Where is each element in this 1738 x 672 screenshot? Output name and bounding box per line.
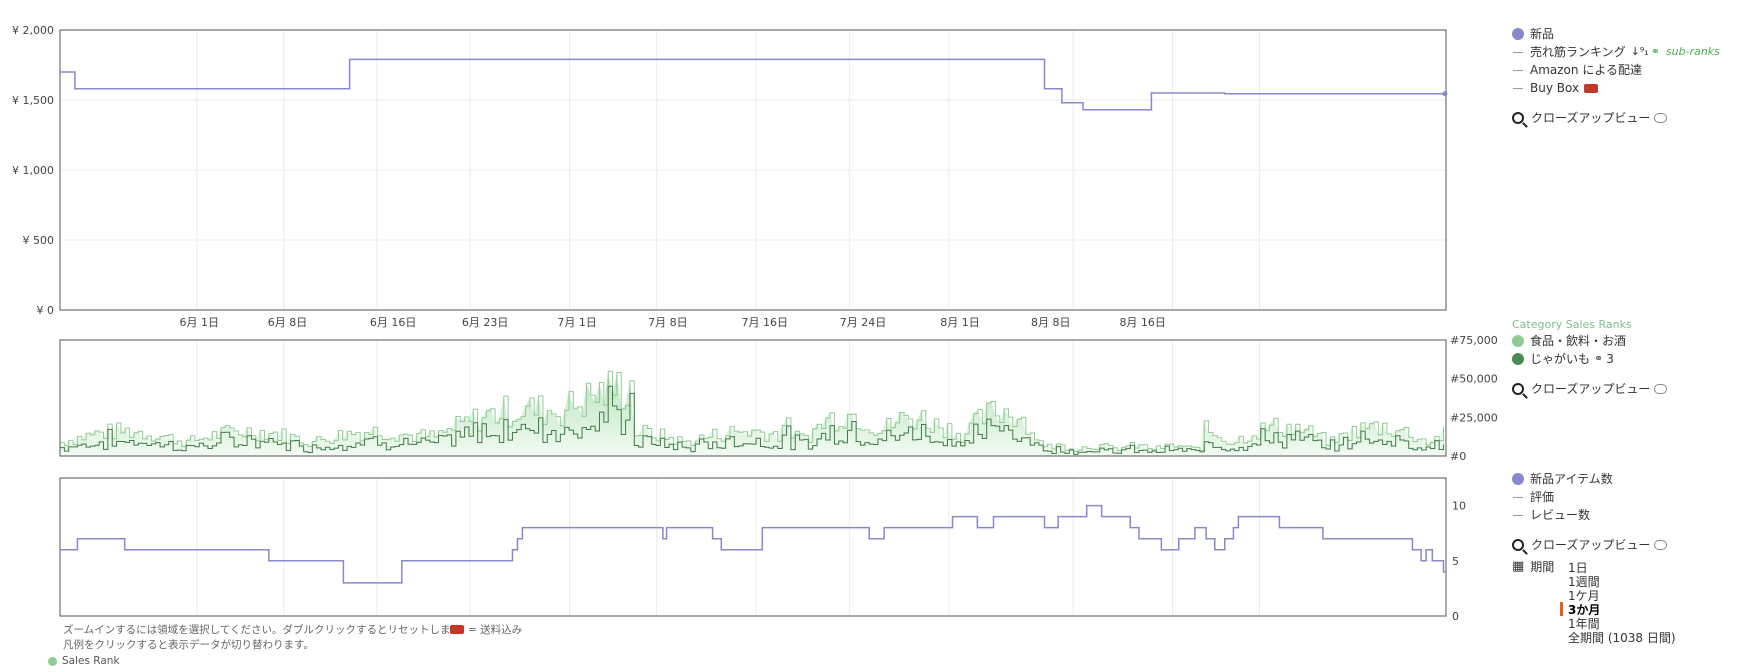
legend-cat2-suffix: 3: [1606, 352, 1614, 366]
y-tick-label: 5: [1452, 555, 1459, 568]
legend-item-new-count[interactable]: 新品アイテム数: [1512, 470, 1667, 488]
y-tick-label: #0: [1450, 450, 1466, 463]
shipping-note: = 送料込み: [450, 622, 522, 637]
legend-sales-rank-label: 売れ筋ランキング: [1530, 45, 1626, 59]
legend-item-rating[interactable]: 評価: [1512, 488, 1667, 506]
period-selected-marker: [1560, 602, 1563, 616]
legend-review-count-label: レビュー数: [1530, 508, 1591, 522]
new-price-line: [60, 58, 1446, 111]
hierarchy-icon: ⚭: [1650, 45, 1660, 58]
legend-item-cat2[interactable]: じゃがいも ⚭ 3: [1512, 350, 1667, 368]
hierarchy-icon: ⚭: [1594, 352, 1604, 365]
sales-rank-note: Sales Rank: [62, 655, 120, 667]
price-legend: 新品 売れ筋ランキング ↓⁹₁ ⚭ sub-ranks Amazon による配達…: [1512, 25, 1720, 127]
legend-new-count-label: 新品アイテム数: [1530, 472, 1613, 486]
cat1-series-dot: [1512, 335, 1524, 347]
period-label: 期間: [1530, 560, 1555, 574]
amazon-line-swatch: [1513, 69, 1523, 71]
review-count-line-swatch: [1513, 514, 1523, 516]
x-tick-label: 6月 16日: [370, 316, 417, 329]
search-icon: [1512, 539, 1524, 551]
shipping-note-text: = 送料込み: [468, 624, 523, 636]
legend-rating-label: 評価: [1530, 490, 1555, 504]
period-option-all[interactable]: 全期間 (1038 日間): [1568, 629, 1676, 646]
sort-icon: ↓⁹₁: [1630, 45, 1649, 58]
y-tick-label: 0: [1452, 610, 1459, 623]
x-tick-label: 7月 1日: [557, 316, 597, 329]
y-tick-label: #75,000: [1450, 334, 1498, 347]
sub-ranks-link[interactable]: sub-ranks: [1666, 43, 1720, 61]
x-tick-label: 8月 1日: [940, 316, 980, 329]
legend-new-label: 新品: [1530, 27, 1555, 41]
y-tick-label: ¥ 1,500: [12, 94, 54, 107]
legend-cat2-label: じゃがいも: [1530, 352, 1591, 366]
legend-amazon-label: Amazon による配達: [1530, 63, 1642, 77]
legend-item-review-count[interactable]: レビュー数: [1512, 506, 1667, 524]
sales-rank-toggle[interactable]: Sales Rank: [48, 655, 120, 667]
closeup-view-toggle-3[interactable]: クローズアップビュー: [1512, 536, 1668, 554]
y-tick-label: 10: [1452, 500, 1466, 513]
legend-item-cat1[interactable]: 食品・飲料・お酒: [1512, 332, 1667, 350]
closeup-view-toggle-1[interactable]: クローズアップビュー: [1512, 109, 1720, 127]
closeup-label-3: クローズアップビュー: [1531, 538, 1651, 552]
zoom-hint-text: ズームインするには領域を選択してください。ダブルクリックするとリセットします。: [63, 624, 471, 636]
x-tick-label: 7月 8日: [648, 316, 688, 329]
sales-rank-line-swatch: [1513, 51, 1523, 53]
legend-item-new[interactable]: 新品: [1512, 25, 1720, 43]
x-tick-label: 7月 16日: [742, 316, 789, 329]
x-tick-label: 6月 23日: [462, 316, 509, 329]
truck-icon: [1584, 83, 1599, 93]
closeup-label-2: クローズアップビュー: [1531, 382, 1651, 396]
legend-item-sales-rank[interactable]: 売れ筋ランキング ↓⁹₁ ⚭ sub-ranks: [1512, 43, 1720, 61]
plot-frame: [59, 477, 1447, 617]
legend-cat1-label: 食品・飲料・お酒: [1530, 334, 1627, 348]
period-header: ▦ 期間: [1512, 558, 1554, 576]
toggle-icon: [1654, 384, 1668, 394]
y-tick-label: #25,000: [1450, 411, 1498, 424]
price-chart-panel[interactable]: ¥ 0 ¥ 500 ¥ 1,000 ¥ 1,500 ¥ 2,000 6月 1日 6月 8日 6…: [12, 24, 1448, 329]
cat2-series-dot: [1512, 353, 1524, 365]
toggle-icon: [1654, 540, 1668, 550]
legend-hint-text: 凡例をクリックすると表示データが切り替わります。: [63, 639, 314, 651]
legend-item-amazon[interactable]: Amazon による配達: [1512, 61, 1720, 79]
new-price-endpoint: [1442, 91, 1448, 97]
offer-count-legend: 新品アイテム数 評価 レビュー数 クローズアップビュー: [1512, 470, 1668, 554]
search-icon: [1512, 112, 1524, 124]
closeup-view-toggle-2[interactable]: クローズアップビュー: [1512, 380, 1668, 398]
y-tick-label: #50,000: [1450, 373, 1498, 386]
new-count-line: [60, 504, 1446, 584]
buybox-line-swatch: [1513, 87, 1523, 89]
y-tick-label: ¥ 500: [23, 234, 55, 247]
category-sales-ranks-title: Category Sales Ranks: [1512, 318, 1632, 331]
x-tick-label: 7月 24日: [840, 316, 887, 329]
search-icon: [1512, 383, 1524, 395]
truck-icon: [450, 625, 464, 634]
closeup-label-1: クローズアップビュー: [1531, 111, 1651, 125]
x-tick-label: 6月 8日: [268, 316, 308, 329]
x-tick-label: 6月 1日: [179, 316, 219, 329]
offer-count-chart-panel[interactable]: 0 5 10: [59, 477, 1466, 623]
y-tick-label: ¥ 2,000: [12, 24, 54, 37]
calendar-icon: ▦: [1512, 559, 1525, 574]
x-tick-label: 8月 8日: [1031, 316, 1071, 329]
legend-buybox-label: Buy Box: [1530, 81, 1580, 95]
x-tick-label: 8月 16日: [1119, 316, 1166, 329]
sales-rank-chart-panel[interactable]: #0 #25,000 #50,000 #75,000: [59, 334, 1498, 463]
chart-canvas[interactable]: ¥ 0 ¥ 500 ¥ 1,000 ¥ 1,500 ¥ 2,000 6月 1日 6月 8日 6…: [0, 0, 1738, 672]
toggle-icon: [1654, 113, 1668, 123]
rating-line-swatch: [1513, 496, 1523, 498]
legend-item-buybox[interactable]: Buy Box: [1512, 79, 1720, 97]
sales-rank-dot: [48, 656, 57, 666]
y-tick-label: ¥ 1,000: [12, 164, 54, 177]
sales-rank-legend: Category Sales Ranks 食品・飲料・お酒 じゃがいも ⚭ 3 …: [1512, 318, 1668, 398]
cat1-area: [60, 371, 1446, 456]
new-count-series-dot: [1512, 473, 1524, 485]
y-tick-label: ¥ 0: [37, 304, 55, 317]
new-series-dot: [1512, 28, 1524, 40]
